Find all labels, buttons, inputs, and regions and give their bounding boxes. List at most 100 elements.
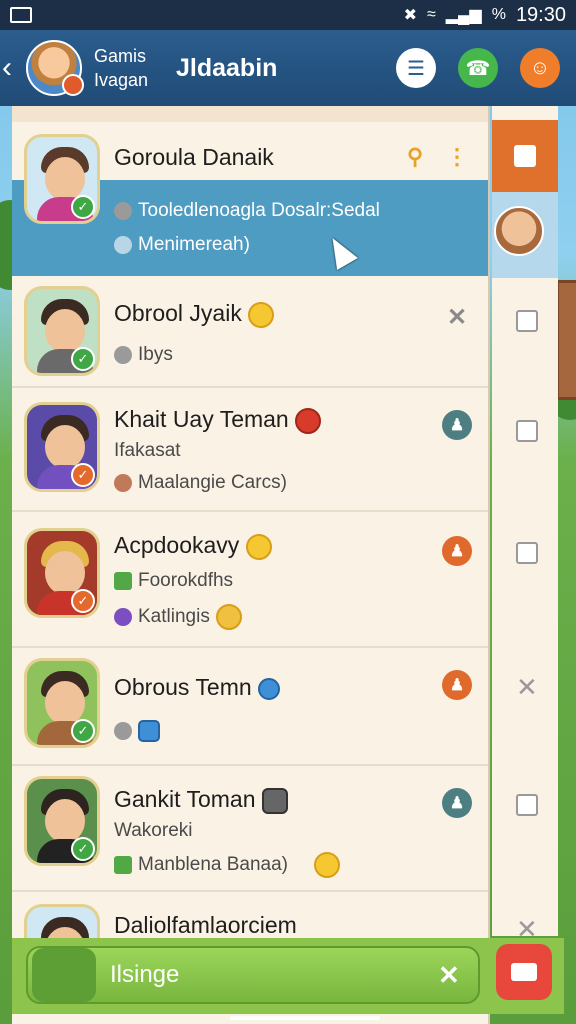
contact-status-text: Wakoreki: [114, 820, 193, 841]
mute-icon: ✖: [403, 7, 417, 24]
close-icon[interactable]: ✕: [516, 672, 538, 703]
list-item[interactable]: ✓ Obrool Jyaik Ibys ✕: [12, 278, 488, 388]
layers-icon: ☰: [407, 57, 425, 80]
avatar[interactable]: ✓: [24, 402, 100, 492]
contact-status: Tooledlenoagla Dosalr:Sedal: [114, 200, 380, 222]
call-button[interactable]: ☎: [458, 48, 498, 88]
avatar[interactable]: ✓: [24, 134, 100, 224]
search-icon[interactable]: ⚲: [400, 142, 430, 172]
checkbox-icon: [114, 572, 132, 590]
verified-badge-icon: ✓: [71, 195, 95, 219]
contact-name: Daliolfamlaorciem: [114, 912, 297, 938]
person-icon[interactable]: ♟: [442, 410, 472, 440]
row-checkbox[interactable]: [516, 542, 538, 564]
castle-icon: [511, 963, 537, 981]
right-sidebar: ✕ ✕: [492, 106, 558, 944]
contact-status: Ifakasat: [114, 440, 181, 462]
avatar[interactable]: ✓: [24, 286, 100, 376]
row-checkbox[interactable]: [516, 310, 538, 332]
bag-icon: [514, 145, 536, 167]
list-item[interactable]: ✓ Goroula Danaik Tooledlenoagla Dosalr:S…: [12, 122, 488, 276]
verified-badge-icon: ✓: [71, 837, 95, 861]
contact-status-text: Foorokdfhs: [138, 570, 234, 591]
app-header: ‹ Gamis Ivagan Jldaabin ☰ ☎ ☺: [0, 30, 576, 106]
verified-badge-icon: ✓: [71, 589, 95, 613]
game-icon: [114, 608, 132, 626]
smile-emoji-icon: [245, 533, 272, 560]
surprised-emoji-icon: [314, 852, 340, 878]
battery-percent-text: %: [491, 6, 506, 23]
badge-icon: [138, 720, 160, 742]
more-icon[interactable]: ⋮: [442, 142, 472, 172]
contact-detail: Menimereah): [114, 234, 250, 256]
list-item[interactable]: ✓ Obrous Temn ♟: [12, 650, 488, 766]
contact-list[interactable]: ✓ Goroula Danaik Tooledlenoagla Dosalr:S…: [12, 106, 490, 1024]
contact-status: Wakoreki: [114, 820, 192, 842]
contact-detail: Manblena Banaa): [114, 852, 340, 878]
avatar: [494, 206, 544, 256]
grin-emoji-icon: [248, 301, 275, 328]
contact-detail: Maalangie Carcs): [114, 472, 287, 494]
layers-button[interactable]: ☰: [396, 48, 436, 88]
contact-name: Obrool Jyaik: [114, 300, 275, 328]
emoji-button[interactable]: ☺: [520, 48, 560, 88]
contact-name: Acpdookavy: [114, 532, 272, 560]
contact-status: Ibys: [114, 344, 173, 366]
contact-name: Goroula Danaik: [114, 144, 274, 170]
contact-detail-text: Katlingis: [138, 606, 210, 627]
avatar: [32, 948, 96, 1002]
close-icon[interactable]: ✕: [438, 960, 478, 991]
contact-name: Gankit Toman: [114, 786, 288, 814]
profile-avatar[interactable]: [26, 40, 84, 96]
avatar[interactable]: ✓: [24, 658, 100, 748]
verified-badge-icon: ✓: [71, 719, 95, 743]
list-item[interactable]: ✓ Khait Uay Teman Ifakasat Maalangie Car…: [12, 390, 488, 512]
contact-status-text: Tooledlenoagla Dosalr:Sedal: [138, 200, 380, 221]
screenshot-icon: [10, 7, 32, 23]
pin-icon: [114, 236, 132, 254]
wifi-icon: ≈: [426, 6, 436, 23]
bottom-input[interactable]: Ilsinge ✕: [26, 946, 480, 1004]
header-subtitle-line2: Ivagan: [94, 70, 149, 90]
person-icon[interactable]: ♟: [442, 670, 472, 700]
list-item[interactable]: ✓ Gankit Toman Wakoreki Manblena Banaa) …: [12, 768, 488, 892]
contact-status: [114, 720, 160, 742]
list-item[interactable]: ✓ Acpdookavy Foorokdfhs Katlingis ♟: [12, 514, 488, 648]
page-title: Jldaabin: [176, 53, 278, 82]
sidebar-tile[interactable]: [492, 120, 558, 192]
pot-icon: [261, 787, 288, 814]
contact-name: Khait Uay Teman: [114, 406, 322, 434]
sidebar-selected-tile[interactable]: [492, 192, 558, 278]
phone-icon: ☎: [465, 57, 491, 80]
contact-detail: Katlingis: [114, 604, 242, 630]
contact-status: Foorokdfhs: [114, 570, 233, 592]
bottom-input-text[interactable]: Ilsinge: [110, 961, 438, 989]
status-dot-icon: [114, 202, 132, 220]
bottom-bar: Ilsinge ✕: [12, 938, 564, 1014]
contact-status-text: Ifakasat: [114, 440, 181, 461]
row-checkbox[interactable]: [516, 794, 538, 816]
checkbox-icon: [114, 856, 132, 874]
verified-badge-icon: ✓: [71, 347, 95, 371]
profile-badge-icon: [62, 74, 84, 96]
house-decoration: [556, 280, 576, 400]
avatar[interactable]: ✓: [24, 528, 100, 618]
ring-icon: [258, 677, 281, 700]
person-icon[interactable]: ♟: [442, 788, 472, 818]
contact-detail-text: Maalangie Carcs): [138, 472, 287, 493]
status-dot-icon: [114, 722, 132, 740]
avatar[interactable]: ✓: [24, 776, 100, 866]
close-icon[interactable]: ✕: [442, 302, 472, 332]
back-arrow-icon[interactable]: ‹: [0, 51, 26, 85]
header-subtitle: Gamis Ivagan: [94, 44, 164, 92]
castle-button[interactable]: [496, 944, 552, 1000]
status-time: 19:30: [515, 3, 566, 26]
home-indicator[interactable]: [230, 1016, 380, 1020]
list-top-strip: [12, 106, 488, 122]
verified-badge-icon: ✓: [71, 463, 95, 487]
person-icon[interactable]: ♟: [442, 536, 472, 566]
apple-emoji-icon: [295, 407, 322, 434]
row-checkbox[interactable]: [516, 420, 538, 442]
smiley-icon: ☺: [529, 56, 551, 79]
contact-status-text: Ibys: [138, 344, 173, 365]
